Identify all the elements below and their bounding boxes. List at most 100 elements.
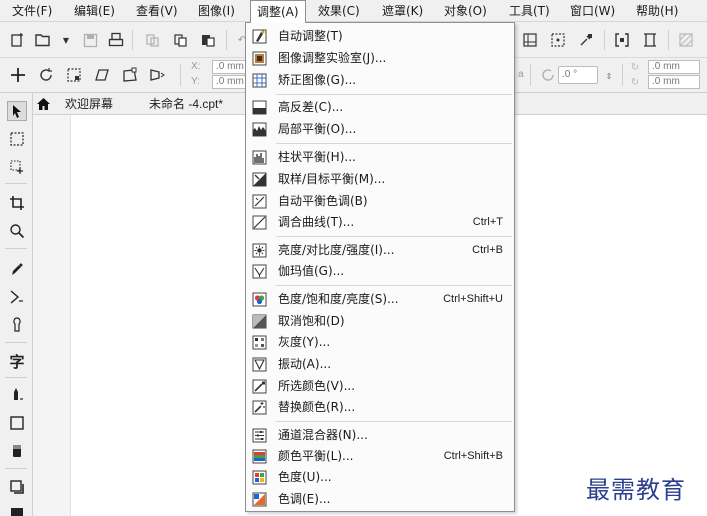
menu-item-histogram-equalization[interactable]: 柱状平衡(H)... (247, 147, 513, 168)
toolbox-separator (5, 468, 27, 469)
menu-item-hue[interactable]: 色度(U)... (247, 467, 513, 488)
menu-item-vibrance[interactable]: 振动(A)... (247, 354, 513, 375)
skew-icon[interactable] (92, 65, 112, 85)
gamma-icon (251, 263, 268, 280)
menu-item-grayscale[interactable]: 灰度(Y)... (247, 332, 513, 353)
menu-image[interactable]: 图像(I) (192, 0, 241, 22)
menu-mask[interactable]: 遮罩(K) (376, 0, 429, 22)
text-tool-icon[interactable]: 字 (7, 351, 27, 371)
menu-item-tint[interactable]: 色调(E)... (247, 489, 513, 510)
menu-object[interactable]: 对象(O) (438, 0, 493, 22)
object-tool-icon[interactable] (7, 477, 27, 497)
high-contrast-icon (251, 99, 268, 116)
perspective-icon[interactable] (148, 65, 168, 85)
menu-item-brightness-contrast[interactable]: 亮度/对比度/强度(I)... Ctrl+B (247, 240, 513, 261)
menu-item-selective-color[interactable]: 所选颜色(V)... (247, 376, 513, 397)
canvas-margin (33, 115, 71, 516)
menu-view[interactable]: 查看(V) (130, 0, 184, 22)
menu-separator (276, 285, 512, 286)
desaturate-icon (251, 313, 268, 330)
toolbox: 字 (0, 93, 33, 516)
plus-icon[interactable] (8, 65, 28, 85)
toolbar-separator (226, 30, 227, 50)
eraser-tool-icon[interactable] (7, 441, 27, 461)
cut-icon[interactable] (142, 30, 162, 50)
toolbar-separator (604, 30, 605, 50)
scale-icon[interactable] (64, 65, 84, 85)
height-icon: ↻ (630, 76, 640, 88)
menu-item-channel-mixer[interactable]: 通道混合器(N)... (247, 425, 513, 446)
menu-effects[interactable]: 效果(C) (312, 0, 366, 22)
auto-adjust-icon (251, 28, 268, 45)
menu-edit[interactable]: 编辑(E) (68, 0, 121, 22)
tint-icon (251, 491, 268, 508)
menu-separator (276, 236, 512, 237)
eyedropper-tool-icon[interactable] (7, 259, 27, 279)
replace-color-icon (251, 399, 268, 416)
fill-tool-icon[interactable] (7, 385, 27, 405)
adjustment-lab-icon (251, 50, 268, 67)
hatch-icon[interactable] (676, 30, 696, 50)
width-icon: ↻ (630, 61, 640, 73)
tab-welcome-screen[interactable]: 欢迎屏幕 (65, 93, 113, 115)
open-dropdown-icon[interactable]: ▼ (56, 30, 76, 50)
zoom-tool-icon[interactable] (7, 221, 27, 241)
menu-bar: 文件(F) 编辑(E) 查看(V) 图像(I) 调整(A) 效果(C) 遮罩(K… (0, 0, 707, 23)
menu-item-hue-saturation-lightness[interactable]: 色度/饱和度/亮度(S)... Ctrl+Shift+U (247, 289, 513, 310)
menu-item-local-equalization[interactable]: 局部平衡(O)... (247, 119, 513, 140)
copy-icon[interactable] (170, 30, 190, 50)
menu-item-auto-adjust[interactable]: 自动调整(T) (247, 26, 513, 47)
mask-transform-tool-icon[interactable] (7, 157, 27, 177)
guidelines-icon[interactable] (548, 30, 568, 50)
print-icon[interactable] (106, 30, 126, 50)
snap-grid-icon[interactable] (520, 30, 540, 50)
clone-tool-icon[interactable] (7, 287, 27, 307)
rectangle-tool-icon[interactable] (7, 413, 27, 433)
tab-untitled-document[interactable]: 未命名 -4.cpt* (149, 93, 223, 115)
menu-window[interactable]: 窗口(W) (564, 0, 621, 22)
open-folder-icon[interactable] (34, 30, 54, 50)
menu-item-color-balance[interactable]: 颜色平衡(L)... Ctrl+Shift+B (247, 446, 513, 467)
menu-item-straighten-image[interactable]: 矫正图像(G)... (247, 70, 513, 91)
menu-item-tone-curve[interactable]: 调合曲线(T)... Ctrl+T (247, 212, 513, 233)
brush-tool-icon[interactable] (7, 315, 27, 335)
grayscale-icon (251, 334, 268, 351)
adjust-menu-dropdown: 自动调整(T) 图像调整实验室(J)... 矫正图像(G)... 高反差(C).… (245, 22, 515, 512)
toolbox-separator (5, 183, 27, 184)
save-icon[interactable] (80, 30, 100, 50)
home-icon[interactable] (33, 94, 53, 114)
menu-item-gamma[interactable]: 伽玛值(G)... (247, 261, 513, 282)
menu-help[interactable]: 帮助(H) (630, 0, 684, 22)
pick-tool-icon[interactable] (7, 101, 27, 121)
menu-item-image-adjustment-lab[interactable]: 图像调整实验室(J)... (247, 48, 513, 69)
marquee-tool-icon[interactable] (7, 129, 27, 149)
rotation-angle-field[interactable]: .0 ° (558, 66, 598, 84)
toolbar-separator (530, 64, 531, 86)
grid-tool-icon[interactable] (7, 501, 27, 516)
menu-item-replace-color[interactable]: 替换颜色(R)... (247, 397, 513, 418)
menu-tools[interactable]: 工具(T) (503, 0, 556, 22)
rotation-spinner-icon[interactable]: ⇕ (599, 66, 619, 86)
watermark-text: 最需教育 (586, 476, 686, 504)
menu-item-high-contrast[interactable]: 高反差(C)... (247, 97, 513, 118)
distort-icon[interactable] (120, 65, 140, 85)
histogram-icon (251, 149, 268, 166)
snap-object-icon[interactable] (576, 30, 596, 50)
rotate-icon[interactable] (36, 65, 56, 85)
bracket-icon[interactable] (612, 30, 632, 50)
frame-icon[interactable] (640, 30, 660, 50)
menu-item-desaturate[interactable]: 取消饱和(D) (247, 311, 513, 332)
selective-color-icon (251, 378, 268, 395)
width-field[interactable]: .0 mm (648, 60, 700, 74)
new-file-icon[interactable] (8, 30, 28, 50)
menu-item-sample-target-balance[interactable]: 取样/目标平衡(M)... (247, 169, 513, 190)
menu-adjust[interactable]: 调整(A) (250, 0, 306, 23)
menu-item-auto-tone-balance[interactable]: 自动平衡色调(B) (247, 191, 513, 212)
crop-tool-icon[interactable] (7, 193, 27, 213)
menu-file[interactable]: 文件(F) (6, 0, 58, 22)
menu-separator (276, 421, 512, 422)
y-label: Y: (191, 76, 200, 87)
paste-icon[interactable] (198, 30, 218, 50)
height-field[interactable]: .0 mm (648, 75, 700, 89)
vibrance-icon (251, 356, 268, 373)
